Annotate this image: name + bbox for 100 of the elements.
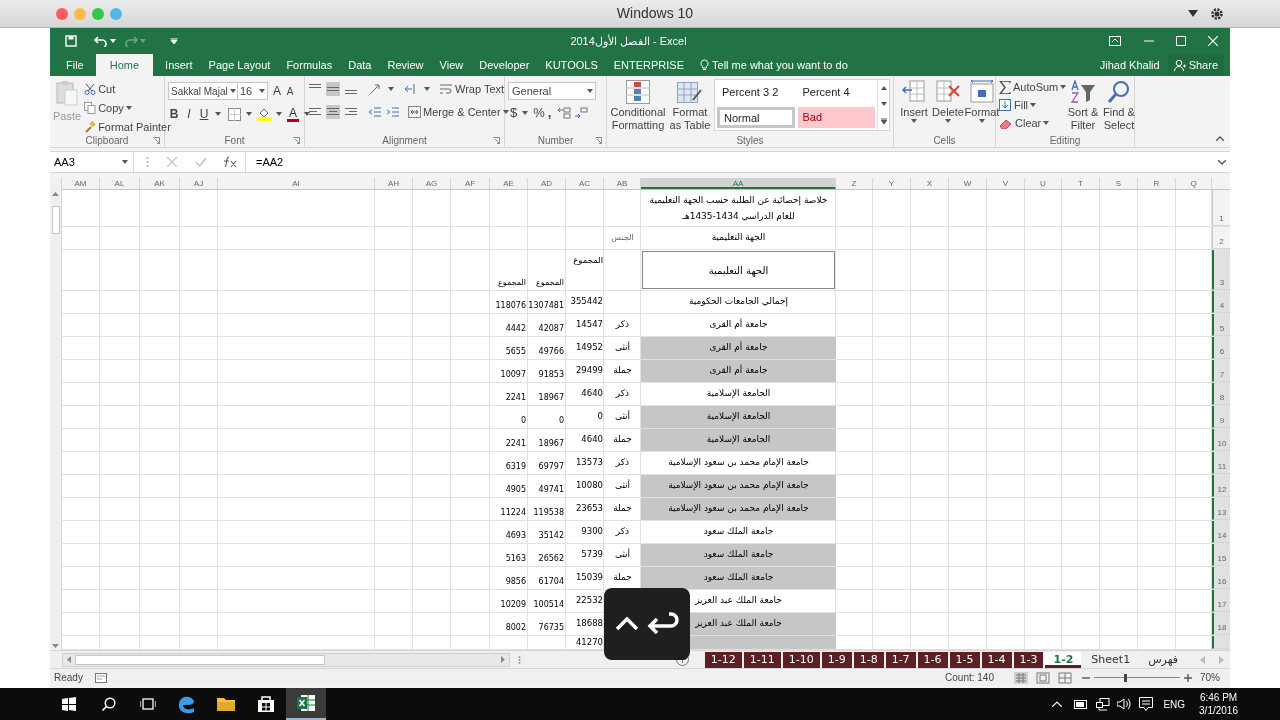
fill-button[interactable]: Fill — [999, 97, 1065, 113]
ribbon-tab[interactable]: Page Layout — [200, 54, 279, 76]
sheet-tab[interactable]: 1-11 — [743, 651, 781, 668]
volume-icon[interactable] — [1117, 698, 1132, 710]
ribbon-display-options-icon[interactable] — [1109, 36, 1121, 46]
insert-function-icon[interactable] — [223, 156, 237, 168]
column-header[interactable]: T — [1062, 178, 1100, 189]
zoom-slider-thumb[interactable] — [1123, 673, 1127, 682]
row-header[interactable]: 8 — [1212, 383, 1230, 405]
scroll-up-icon[interactable] — [52, 192, 59, 196]
row-header[interactable]: 10 — [1212, 429, 1230, 451]
row-header[interactable]: 5 — [1212, 314, 1230, 336]
row-header[interactable]: 2 — [1212, 227, 1230, 249]
return-arrow-icon[interactable] — [645, 611, 679, 637]
window-control-dot-icon[interactable] — [74, 7, 86, 20]
sheet-tab[interactable]: 1-10 — [782, 651, 820, 668]
normal-view-icon[interactable] — [1014, 671, 1028, 684]
column-header[interactable]: AI — [218, 178, 375, 189]
page-break-view-icon[interactable] — [1058, 671, 1072, 684]
share-button[interactable]: Share — [1167, 54, 1224, 76]
comma-button[interactable]: , — [547, 106, 552, 120]
clear-button[interactable]: Clear — [999, 115, 1065, 131]
column-header[interactable]: V — [987, 178, 1025, 189]
format-as-table-button[interactable]: Format as Table — [666, 78, 714, 132]
column-header[interactable]: U — [1025, 178, 1062, 189]
middle-align-icon[interactable] — [326, 82, 340, 97]
grow-font-button[interactable]: A — [270, 82, 284, 100]
underline-button[interactable]: U — [198, 105, 210, 123]
maximize-icon[interactable] — [1176, 36, 1186, 46]
dialog-launcher-icon[interactable] — [493, 137, 500, 144]
ribbon-tab[interactable]: ENTERPRISE — [605, 54, 692, 76]
dialog-launcher-icon[interactable] — [595, 137, 602, 144]
row-header[interactable]: 3 — [1212, 250, 1230, 290]
center-icon[interactable] — [326, 104, 340, 119]
customize-caret-icon[interactable] — [170, 38, 178, 44]
format-painter-button[interactable]: Format Painter — [84, 119, 171, 135]
battery-icon[interactable] — [1074, 699, 1089, 709]
sheet-tab[interactable]: 1-3 — [1013, 651, 1044, 668]
sheet-tab[interactable]: 1-7 — [885, 651, 916, 668]
formula-input[interactable]: =AA2 — [245, 152, 1214, 172]
dialog-launcher-icon[interactable] — [293, 137, 300, 144]
row-header[interactable]: 13 — [1212, 498, 1230, 520]
shrink-font-button[interactable]: A — [284, 83, 296, 99]
cell-style-item[interactable]: Normal — [717, 106, 795, 128]
page-layout-view-icon[interactable] — [1036, 671, 1050, 684]
user-name[interactable]: Jihad Khalid — [1099, 54, 1160, 76]
font-size-field[interactable]: 16 — [238, 82, 268, 100]
column-header[interactable]: AK — [140, 178, 180, 189]
ribbon-tab[interactable]: KUTOOLS — [537, 54, 606, 76]
task-view-icon[interactable] — [140, 697, 156, 711]
right-to-left-icon[interactable] — [404, 82, 418, 97]
column-header[interactable]: AM — [62, 178, 100, 189]
cells-insert-button[interactable]: Insert — [897, 78, 931, 132]
collapse-ribbon-icon[interactable] — [1216, 136, 1224, 141]
close-icon[interactable] — [1208, 36, 1218, 46]
font-color-button[interactable]: A — [287, 106, 299, 122]
expand-formula-bar-icon[interactable] — [1218, 159, 1226, 165]
column-header[interactable]: Q — [1176, 178, 1212, 189]
cells-delete-button[interactable]: Delete — [931, 78, 965, 132]
column-header[interactable]: AA — [641, 178, 836, 189]
sort-filter-button[interactable]: Sort & Filter — [1065, 78, 1101, 132]
taskbar-app-button[interactable] — [286, 688, 326, 720]
row-header[interactable]: 15 — [1212, 544, 1230, 566]
orientation-icon[interactable] — [368, 82, 382, 97]
font-name-field[interactable]: Sakkal Majal — [168, 82, 238, 100]
chevron-up-icon[interactable] — [615, 617, 639, 631]
sheet-tab[interactable]: 1-12 — [704, 651, 742, 668]
ribbon-tab[interactable]: Formulas — [278, 54, 341, 76]
windows-start-icon[interactable] — [62, 697, 76, 711]
increase-decimal-icon[interactable] — [557, 107, 572, 119]
scroll-down-icon[interactable] — [52, 644, 59, 648]
row-header[interactable]: 11 — [1212, 452, 1230, 474]
notifications-icon[interactable] — [1139, 697, 1154, 711]
sheet-tab[interactable]: 1-8 — [853, 651, 884, 668]
column-header[interactable]: AE — [490, 178, 528, 189]
macro-recording-icon[interactable] — [94, 672, 107, 683]
dialog-launcher-icon[interactable] — [153, 137, 160, 144]
percent-button[interactable]: % — [533, 106, 545, 120]
clock-date[interactable]: 3/1/2016 — [1199, 704, 1238, 717]
sheet-tab[interactable]: 1-2 — [1045, 651, 1082, 668]
more-styles-icon[interactable] — [880, 118, 887, 124]
enter-check-icon[interactable] — [195, 157, 207, 167]
column-header[interactable]: AD — [528, 178, 566, 189]
cell-style-item[interactable]: Bad — [797, 106, 875, 128]
scroll-down-icon[interactable] — [880, 102, 887, 106]
sheet-tab[interactable]: 1-6 — [917, 651, 948, 668]
zoom-level[interactable]: 70% — [1200, 670, 1220, 685]
cells-format-button[interactable]: Format — [965, 78, 999, 132]
show-hidden-icons-icon[interactable] — [1052, 701, 1063, 707]
ribbon-tab[interactable]: View — [431, 54, 472, 76]
ribbon-tab[interactable]: File — [58, 54, 92, 76]
row-header[interactable]: 9 — [1212, 406, 1230, 428]
column-header[interactable]: AG — [413, 178, 451, 189]
find-select-button[interactable]: Find & Select — [1101, 78, 1137, 132]
autosum-button[interactable]: AutoSum — [999, 79, 1065, 95]
column-header[interactable]: S — [1100, 178, 1138, 189]
bold-button[interactable]: B — [168, 105, 180, 123]
row-header[interactable]: 17 — [1212, 590, 1230, 612]
copy-button[interactable]: Copy — [84, 100, 171, 116]
merge-center-button[interactable]: Merge & Center — [408, 103, 511, 120]
